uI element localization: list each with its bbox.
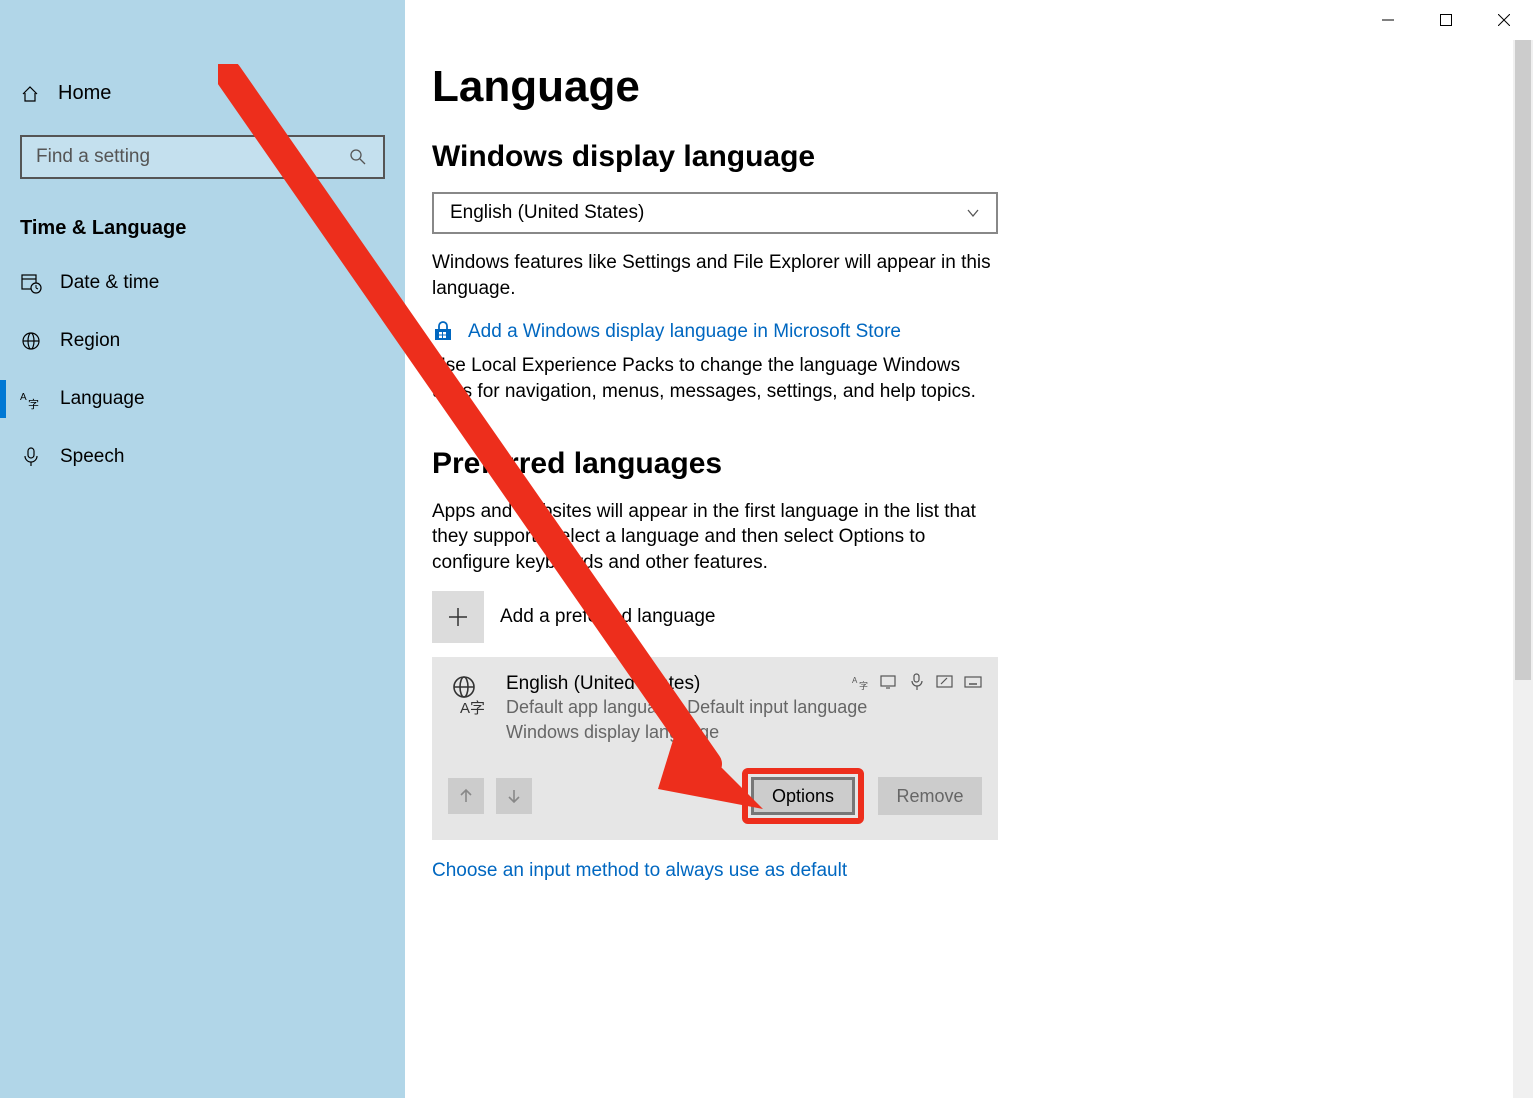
- language-name: English (United States): [506, 673, 867, 695]
- display-icon: [880, 673, 898, 691]
- arrow-up-icon: [457, 787, 475, 805]
- preferred-languages-heading: Preferred languages: [432, 447, 1002, 481]
- search-icon: [349, 148, 369, 166]
- options-button[interactable]: Options: [751, 777, 855, 815]
- minimize-icon: [1382, 14, 1394, 26]
- sidebar-group: Time & Language: [0, 207, 405, 250]
- display-language-dropdown[interactable]: English (United States): [432, 192, 998, 234]
- store-link[interactable]: Add a Windows display language in Micros…: [432, 321, 1002, 343]
- display-language-heading: Windows display language: [432, 140, 1002, 174]
- minimize-button[interactable]: [1359, 0, 1417, 40]
- display-language-section: Windows display language English (United…: [432, 140, 1002, 405]
- speech-icon: [908, 673, 926, 691]
- sidebar-item-label: Date & time: [60, 272, 159, 294]
- dropdown-value: English (United States): [450, 202, 644, 224]
- add-language-button[interactable]: Add a preferred language: [432, 591, 1002, 643]
- svg-text:字: 字: [859, 680, 868, 691]
- calendar-clock-icon: [20, 272, 42, 294]
- main-content: Language Windows display language Englis…: [432, 62, 1493, 924]
- preferred-languages-section: Preferred languages Apps and websites wi…: [432, 447, 1002, 883]
- sidebar: Home Time & Language Date & time Region …: [0, 0, 405, 1098]
- scrollbar[interactable]: [1513, 40, 1533, 1098]
- display-language-desc: Windows features like Settings and File …: [432, 250, 1002, 301]
- arrow-down-icon: [505, 787, 523, 805]
- svg-text:字: 字: [28, 397, 39, 410]
- chevron-down-icon: [966, 206, 980, 220]
- language-card[interactable]: A字 English (United States) Default app l…: [432, 657, 998, 840]
- language-desc-1: Default app language; Default input lang…: [506, 695, 867, 719]
- microphone-icon: [20, 446, 42, 468]
- svg-text:A: A: [20, 392, 27, 403]
- sidebar-home[interactable]: Home: [0, 70, 405, 117]
- svg-text:A字: A字: [460, 700, 485, 717]
- handwriting-icon: [936, 673, 954, 691]
- language-pack-icon: A字: [448, 673, 492, 744]
- language-icon: A字: [20, 388, 42, 410]
- globe-icon: [20, 330, 42, 352]
- options-highlight: Options: [742, 768, 864, 824]
- svg-text:A: A: [852, 676, 858, 685]
- scrollbar-thumb[interactable]: [1515, 40, 1531, 680]
- preferred-languages-desc: Apps and websites will appear in the fir…: [432, 499, 1002, 576]
- add-language-label: Add a preferred language: [500, 606, 716, 628]
- ime-default-link[interactable]: Choose an input method to always use as …: [432, 860, 1002, 882]
- feature-icons: A字: [852, 673, 982, 691]
- sidebar-item-region[interactable]: Region: [0, 316, 405, 366]
- move-down-button[interactable]: [496, 778, 532, 814]
- close-icon: [1498, 14, 1510, 26]
- sidebar-item-label: Region: [60, 330, 120, 352]
- maximize-icon: [1440, 14, 1452, 26]
- sidebar-home-label: Home: [58, 82, 111, 105]
- plus-icon: [432, 591, 484, 643]
- search-input[interactable]: [36, 146, 349, 168]
- maximize-button[interactable]: [1417, 0, 1475, 40]
- sidebar-item-language[interactable]: A字 Language: [0, 374, 405, 424]
- text-to-speech-icon: A字: [852, 673, 870, 691]
- language-desc-2: Windows display language: [506, 720, 867, 744]
- store-icon: [432, 321, 454, 343]
- sidebar-item-label: Speech: [60, 446, 124, 468]
- sidebar-item-date-time[interactable]: Date & time: [0, 258, 405, 308]
- sidebar-item-label: Language: [60, 388, 145, 410]
- store-link-label: Add a Windows display language in Micros…: [468, 321, 901, 343]
- sidebar-item-speech[interactable]: Speech: [0, 432, 405, 482]
- lep-desc: Use Local Experience Packs to change the…: [432, 353, 1002, 404]
- window-controls: [1359, 0, 1533, 40]
- home-icon: [20, 84, 40, 104]
- keyboard-icon: [964, 673, 982, 691]
- page-title: Language: [432, 62, 1493, 112]
- close-button[interactable]: [1475, 0, 1533, 40]
- remove-button[interactable]: Remove: [878, 777, 982, 815]
- search-box[interactable]: [20, 135, 385, 179]
- move-up-button[interactable]: [448, 778, 484, 814]
